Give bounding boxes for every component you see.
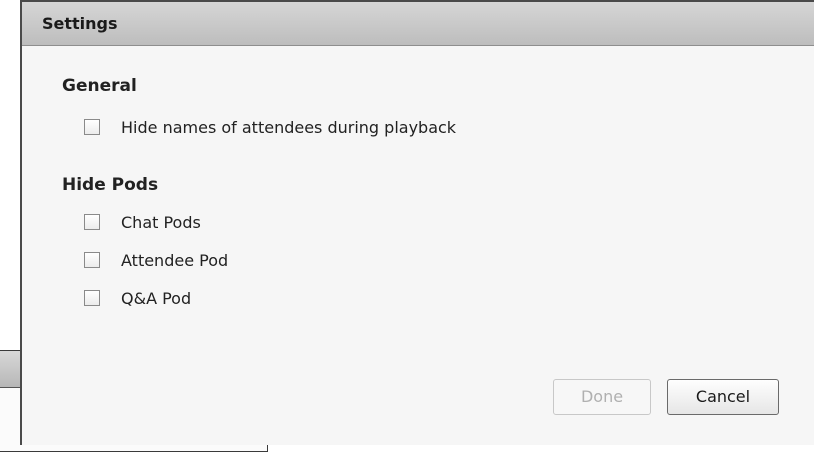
dialog-title: Settings bbox=[22, 2, 814, 46]
hide-attendee-names-checkbox[interactable] bbox=[84, 119, 100, 135]
attendee-pod-checkbox[interactable] bbox=[84, 252, 100, 268]
option-hide-attendee-names[interactable]: Hide names of attendees during playback bbox=[84, 116, 456, 138]
chat-pods-checkbox[interactable] bbox=[84, 214, 100, 230]
option-label: Q&A Pod bbox=[121, 288, 192, 308]
option-attendee-pod[interactable]: Attendee Pod bbox=[84, 249, 228, 271]
done-button[interactable]: Done bbox=[553, 379, 651, 415]
option-label: Hide names of attendees during playback bbox=[121, 117, 457, 137]
qa-pod-checkbox[interactable] bbox=[84, 290, 100, 306]
cancel-button[interactable]: Cancel bbox=[667, 379, 779, 415]
option-label: Chat Pods bbox=[121, 212, 201, 232]
option-label: Attendee Pod bbox=[121, 250, 229, 270]
option-chat-pods[interactable]: Chat Pods bbox=[84, 211, 201, 233]
settings-dialog: Settings General Hide names of attendees… bbox=[20, 0, 814, 445]
section-heading-hide-pods: Hide Pods bbox=[62, 175, 159, 195]
section-heading-general: General bbox=[62, 76, 137, 96]
option-qa-pod[interactable]: Q&A Pod bbox=[84, 287, 191, 309]
